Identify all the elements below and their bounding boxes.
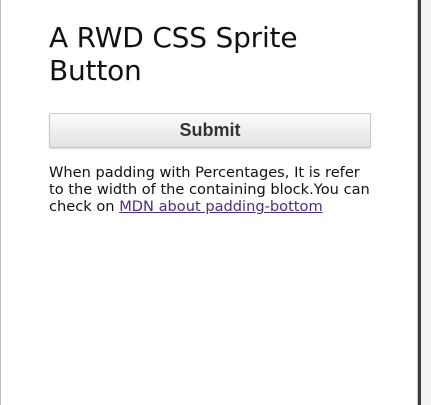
left-window-edge [0, 0, 1, 405]
submit-button[interactable]: Submit [49, 113, 371, 148]
mdn-padding-bottom-link[interactable]: MDN about padding-bottom [119, 198, 322, 215]
page-content: A RWD CSS Sprite Button Submit When padd… [49, 21, 372, 230]
page-title: A RWD CSS Sprite Button [49, 21, 298, 87]
vertical-scrollbar[interactable] [417, 0, 431, 405]
description-paragraph: When padding with Percentages, It is ref… [49, 164, 372, 215]
